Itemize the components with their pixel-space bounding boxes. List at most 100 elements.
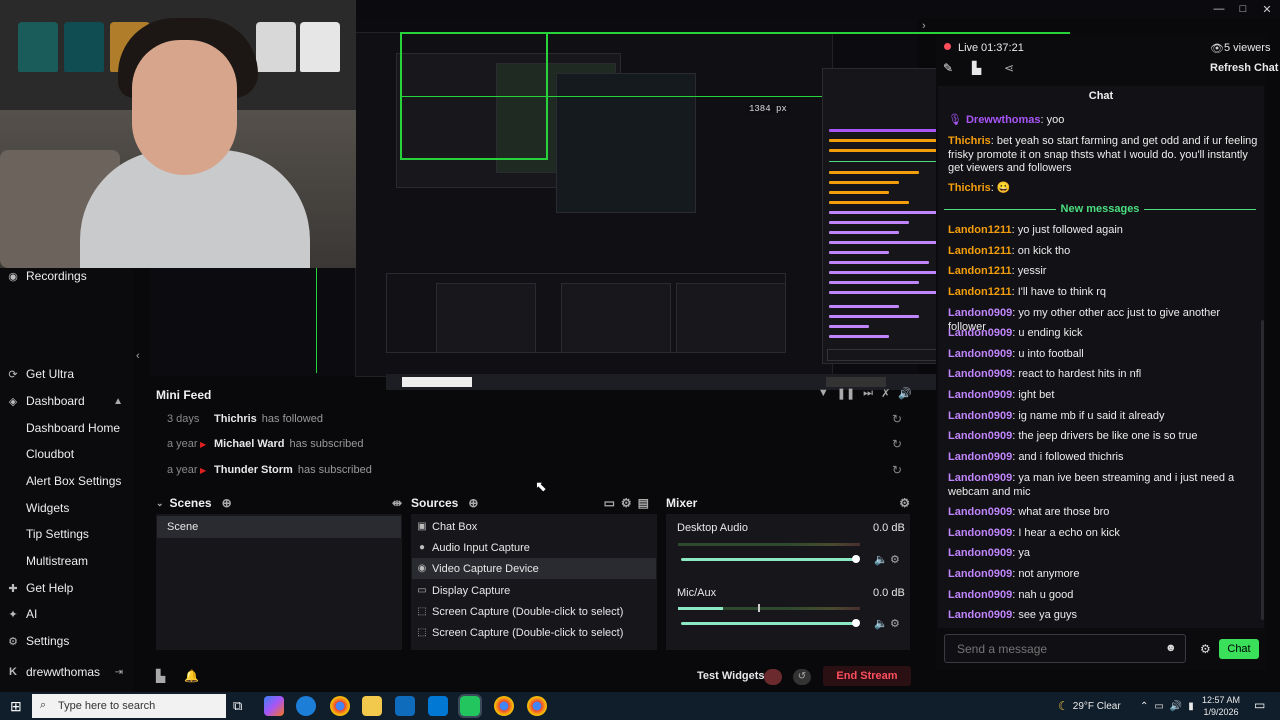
taskbar-search[interactable]: ⌕ Type here to search: [32, 694, 226, 718]
ultra-icon: ⟳: [8, 368, 18, 381]
source-item[interactable]: ▣ Chat Box: [412, 516, 656, 537]
screen-capture-icon: ⬚: [417, 606, 427, 617]
chat-message: Landon0909: ight bet: [948, 389, 1055, 401]
chrome-profile-icon[interactable]: [527, 696, 547, 716]
mixer-channel-name: Desktop Audio: [677, 522, 748, 534]
volume-icon[interactable]: 🔊: [898, 387, 912, 400]
chat-message: Landon1211: yessir: [948, 265, 1047, 277]
logout-icon[interactable]: ⇥: [115, 667, 123, 678]
nav-alert-box-settings[interactable]: Alert Box Settings: [0, 470, 133, 492]
speaker-icon[interactable]: 🔈: [874, 553, 888, 566]
collapse-sidebar-icon[interactable]: ‹: [136, 350, 140, 362]
chat-settings-icon[interactable]: ⚙: [1200, 642, 1211, 656]
volume-slider[interactable]: [681, 558, 857, 561]
mic-icon: 🎙: [948, 114, 962, 126]
mixer-channel-db: 0.0 dB: [873, 587, 905, 599]
nav-settings[interactable]: ⚙ Settings: [0, 630, 133, 652]
volume-slider-knob[interactable]: [852, 619, 860, 627]
chat-message: Landon0909: see ya guys: [948, 609, 1078, 621]
chat-send-button[interactable]: Chat: [1219, 639, 1259, 659]
add-source-icon[interactable]: ⊕: [468, 496, 478, 510]
store-icon[interactable]: [395, 696, 415, 716]
replay-icon[interactable]: ↻: [892, 437, 902, 451]
nav-dashboard[interactable]: ◈ Dashboard ▲: [0, 390, 133, 412]
share-icon[interactable]: ⋖: [1004, 61, 1014, 75]
chevron-up-icon[interactable]: ⌃: [1140, 701, 1148, 712]
volume-icon[interactable]: 🔊: [1170, 701, 1182, 712]
replay-icon[interactable]: ↻: [892, 463, 902, 477]
scenes-title: Scenes: [169, 496, 212, 510]
chrome-profile-icon[interactable]: [494, 696, 514, 716]
minimize-button[interactable]: —: [1212, 3, 1226, 15]
skip-icon[interactable]: ⏭: [863, 387, 873, 400]
clock[interactable]: 12:57 AM 1/9/2026: [1202, 692, 1240, 720]
scene-item[interactable]: Scene: [157, 516, 401, 538]
source-item-selected[interactable]: ◉ Video Capture Device: [412, 558, 656, 579]
nav-widgets[interactable]: Widgets: [0, 497, 133, 519]
chrome-icon[interactable]: [330, 696, 350, 716]
mail-icon[interactable]: [428, 696, 448, 716]
windows-start-icon[interactable]: ⊞: [10, 698, 22, 715]
chat-scrollbar[interactable]: [1261, 320, 1264, 620]
mute-alerts-icon[interactable]: ✗: [881, 387, 890, 400]
scene-transition-icon[interactable]: ⇹: [392, 496, 402, 510]
weather-widget[interactable]: ☾ 29°F Clear: [1058, 692, 1121, 720]
mixer-settings-icon[interactable]: ⚙: [899, 496, 910, 510]
webcam-feed: [0, 0, 356, 268]
pause-icon[interactable]: ❚❚: [837, 387, 855, 400]
nav-cloudbot[interactable]: Cloudbot: [0, 443, 133, 465]
battery-icon[interactable]: ▮: [1188, 701, 1194, 712]
nav-multistream[interactable]: Multistream: [0, 550, 133, 572]
source-item[interactable]: ● Audio Input Capture: [412, 537, 656, 558]
chat-message: Landon0909: not anymore: [948, 568, 1080, 580]
source-tools-icon[interactable]: ▭⚙▤: [604, 496, 655, 510]
source-item[interactable]: ▭ Display Capture: [412, 580, 656, 601]
monitor-icon: ▭: [417, 585, 427, 596]
gear-icon[interactable]: ⚙: [890, 553, 900, 566]
nav-get-help[interactable]: ✚ Get Help: [0, 577, 133, 599]
peak-marker: [758, 604, 760, 612]
chevron-up-icon: ▲: [113, 395, 123, 407]
record-icon: ◉: [8, 270, 18, 283]
windows-taskbar: ⊞ ⌕ Type here to search ⧉ ☾ 29°F Clear ⌃…: [0, 692, 1280, 720]
nav-recordings[interactable]: ◉ Recordings: [0, 265, 133, 287]
camera-icon: ◉: [417, 563, 427, 574]
source-item[interactable]: ⬚ Screen Capture (Double-click to select): [412, 601, 656, 622]
record-button[interactable]: [764, 669, 782, 685]
maximize-button[interactable]: □: [1236, 3, 1250, 15]
emoji-icon[interactable]: ☻: [1165, 642, 1177, 654]
notification-center-icon[interactable]: ▭: [1254, 698, 1265, 712]
nav-ai[interactable]: ✦ AI: [0, 603, 133, 625]
mini-feed-header: Mini Feed ▼ ❚❚ ⏭ ✗ 🔊: [150, 384, 918, 404]
nav-get-ultra[interactable]: ⟳ Get Ultra: [0, 363, 133, 385]
copilot-icon[interactable]: [264, 696, 284, 716]
notifications-icon[interactable]: 🔔: [184, 669, 199, 683]
edit-icon[interactable]: ✎: [943, 61, 953, 75]
gear-icon[interactable]: ⚙: [890, 617, 900, 630]
replay-buffer-icon[interactable]: ↺: [793, 669, 811, 685]
file-explorer-icon[interactable]: [362, 696, 382, 716]
task-view-icon[interactable]: ⧉: [233, 698, 242, 714]
chat-message-input[interactable]: [944, 634, 1186, 663]
end-stream-button[interactable]: End Stream: [823, 666, 911, 686]
filter-icon[interactable]: ▼: [818, 387, 829, 400]
add-scene-icon[interactable]: ⊕: [222, 496, 232, 510]
collapse-chat-icon[interactable]: ›: [922, 20, 926, 32]
network-icon[interactable]: ▭: [1154, 701, 1163, 712]
dashboard-popout-icon[interactable]: ▙: [972, 61, 981, 75]
replay-icon[interactable]: ↻: [892, 412, 902, 426]
nav-dashboard-home[interactable]: Dashboard Home: [0, 417, 133, 439]
stats-icon[interactable]: ▙: [156, 669, 165, 683]
collapse-docks-icon[interactable]: ⌄: [156, 498, 164, 509]
streamlabs-icon[interactable]: [458, 694, 482, 718]
close-button[interactable]: ✕: [1260, 3, 1274, 16]
volume-slider-knob[interactable]: [852, 555, 860, 563]
account-item[interactable]: Kdrewwthomas ⇥: [0, 661, 133, 683]
refresh-chat-button[interactable]: Refresh Chat: [1210, 62, 1278, 74]
kick-icon: K: [9, 666, 17, 678]
source-item[interactable]: ⬚ Screen Capture (Double-click to select): [412, 622, 656, 643]
volume-slider[interactable]: [681, 622, 857, 625]
edge-icon[interactable]: [296, 696, 316, 716]
nav-tip-settings[interactable]: Tip Settings: [0, 523, 133, 545]
speaker-icon[interactable]: 🔈: [874, 617, 888, 630]
